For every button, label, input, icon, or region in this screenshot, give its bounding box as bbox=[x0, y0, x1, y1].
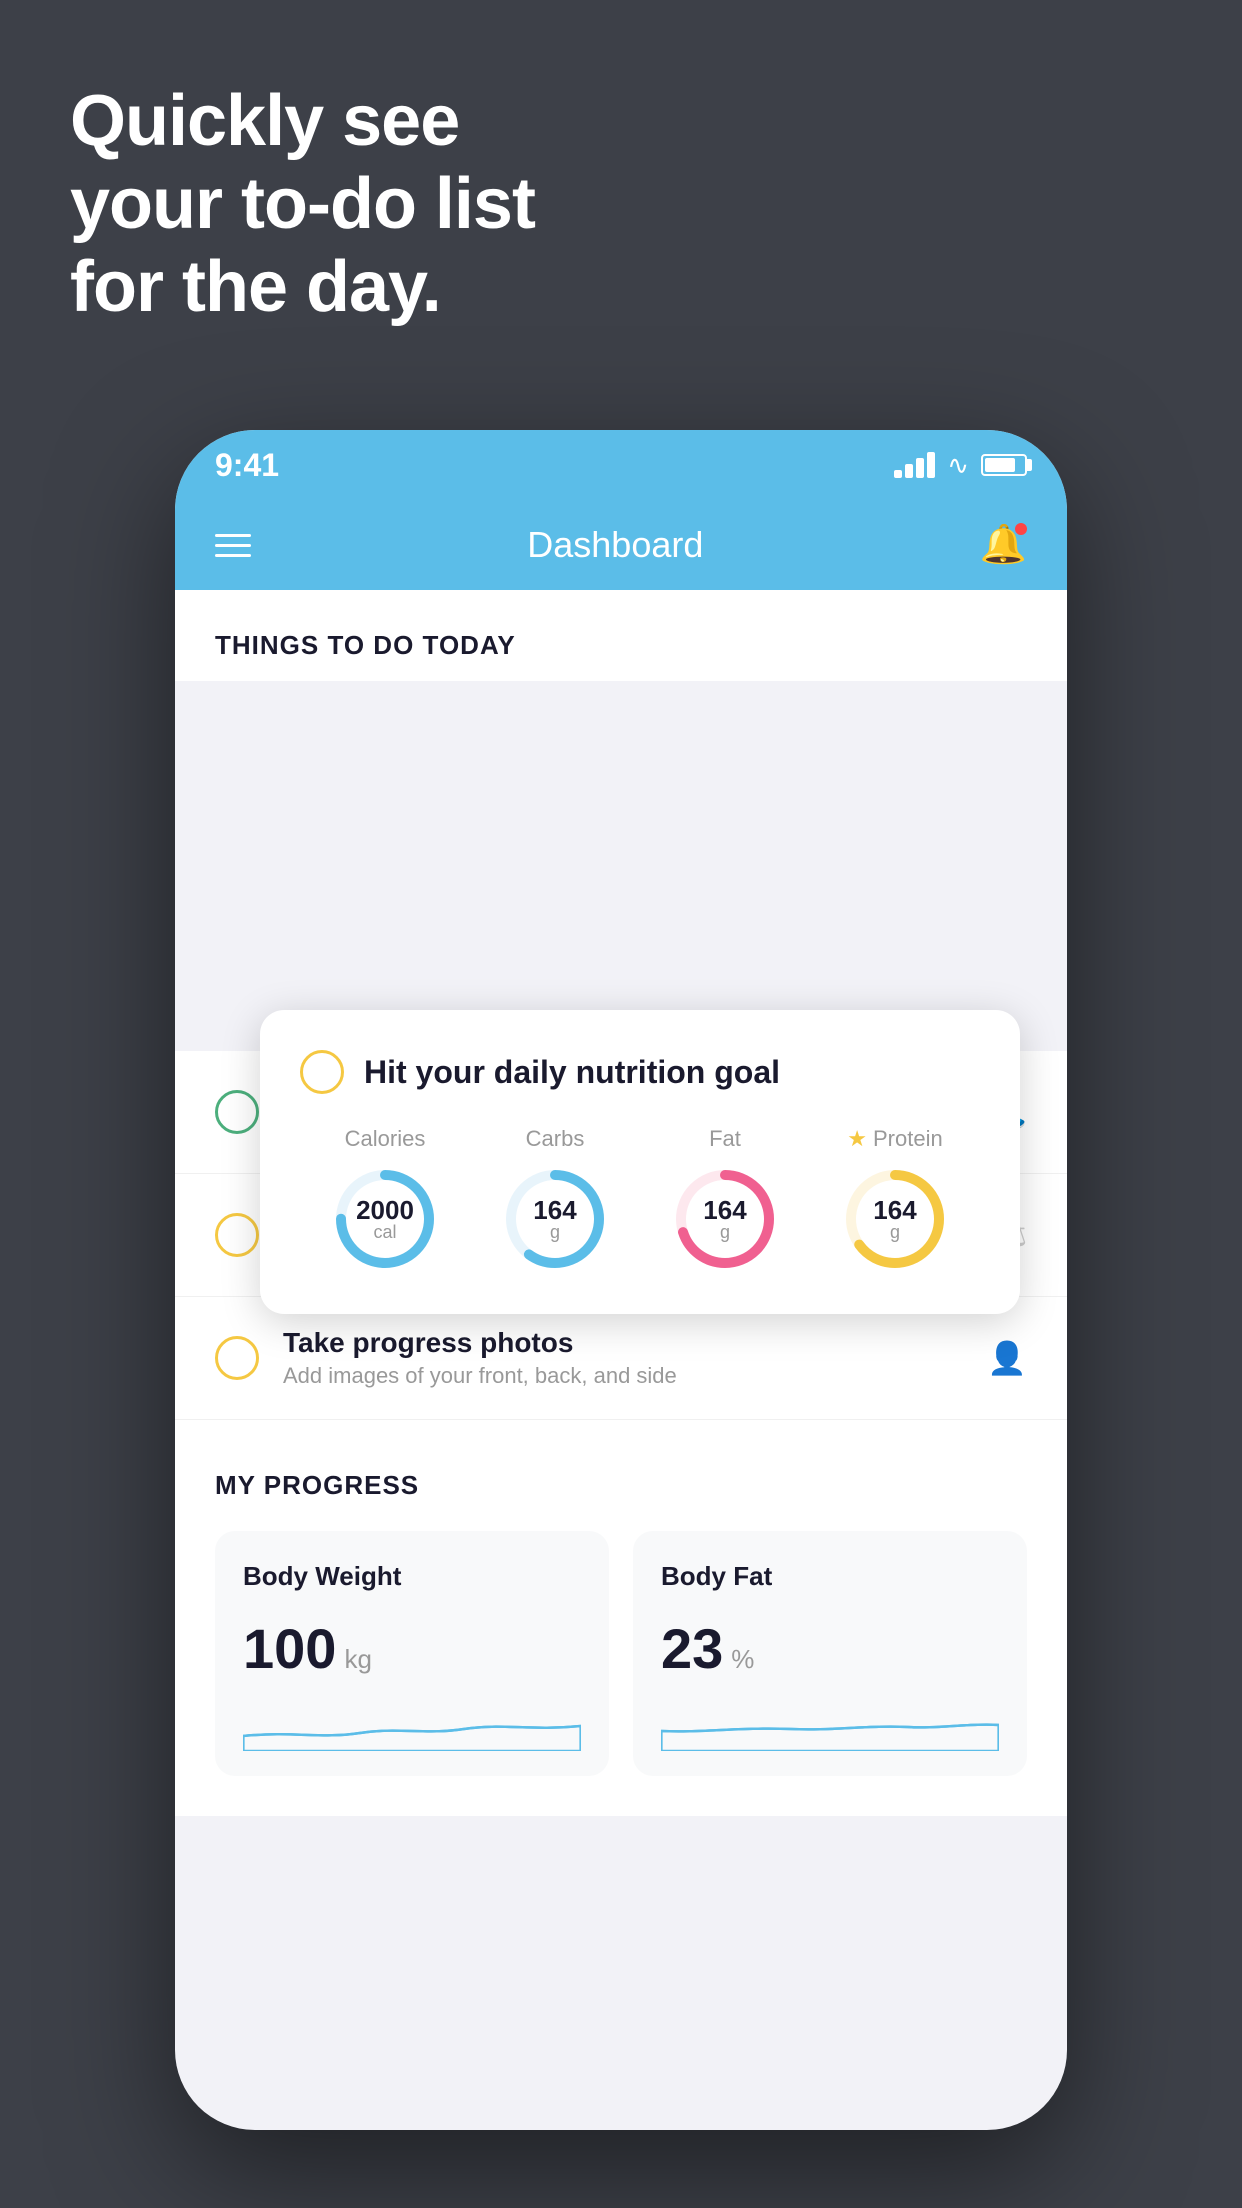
protein-label: ★ Protein bbox=[847, 1126, 942, 1152]
body-fat-title: Body Fat bbox=[661, 1561, 999, 1592]
nutrition-row: Calories 2000 cal Carbs bbox=[300, 1126, 980, 1274]
things-to-do-title: THINGS TO DO TODAY bbox=[215, 630, 1027, 661]
menu-button[interactable] bbox=[215, 534, 251, 557]
todo-sub-photos: Add images of your front, back, and side bbox=[283, 1363, 963, 1389]
body-weight-title: Body Weight bbox=[243, 1561, 581, 1592]
protein-item: ★ Protein 164 g bbox=[840, 1126, 950, 1274]
calories-donut: 2000 cal bbox=[330, 1164, 440, 1274]
headline: Quickly see your to-do list for the day. bbox=[70, 80, 535, 328]
my-progress-section: MY PROGRESS Body Weight 100 kg Body Fat … bbox=[175, 1420, 1067, 1816]
todo-title-photos: Take progress photos bbox=[283, 1327, 963, 1359]
wifi-icon: ∿ bbox=[947, 450, 969, 481]
body-weight-unit: kg bbox=[344, 1644, 371, 1675]
headline-line1: Quickly see bbox=[70, 80, 535, 163]
signal-bars-icon bbox=[894, 452, 935, 478]
battery-icon bbox=[981, 454, 1027, 476]
protein-donut: 164 g bbox=[840, 1164, 950, 1274]
nutrition-card: Hit your daily nutrition goal Calories 2… bbox=[260, 1010, 1020, 1314]
todo-item-photos[interactable]: Take progress photos Add images of your … bbox=[175, 1297, 1067, 1420]
progress-cards: Body Weight 100 kg Body Fat 23 % bbox=[215, 1531, 1027, 1776]
person-icon: 👤 bbox=[987, 1339, 1027, 1377]
things-to-do-section: THINGS TO DO TODAY bbox=[175, 590, 1067, 681]
calories-label: Calories bbox=[345, 1126, 426, 1152]
carbs-item: Carbs 164 g bbox=[500, 1126, 610, 1274]
body-weight-chart bbox=[243, 1701, 581, 1751]
todo-circle-track-body bbox=[215, 1213, 259, 1257]
headline-line3: for the day. bbox=[70, 246, 535, 329]
notification-bell-icon[interactable]: 🔔 bbox=[980, 523, 1027, 567]
my-progress-title: MY PROGRESS bbox=[215, 1470, 1027, 1501]
calories-item: Calories 2000 cal bbox=[330, 1126, 440, 1274]
fat-donut: 164 g bbox=[670, 1164, 780, 1274]
protein-unit: g bbox=[873, 1223, 916, 1241]
notification-dot bbox=[1015, 523, 1027, 535]
body-weight-card[interactable]: Body Weight 100 kg bbox=[215, 1531, 609, 1776]
body-fat-card[interactable]: Body Fat 23 % bbox=[633, 1531, 1027, 1776]
todo-text-photos: Take progress photos Add images of your … bbox=[283, 1327, 963, 1389]
body-fat-chart bbox=[661, 1701, 999, 1751]
headline-line2: your to-do list bbox=[70, 163, 535, 246]
body-weight-value-row: 100 kg bbox=[243, 1616, 581, 1681]
body-weight-value: 100 bbox=[243, 1616, 336, 1681]
nutrition-card-title: Hit your daily nutrition goal bbox=[364, 1054, 780, 1091]
carbs-value: 164 bbox=[533, 1197, 576, 1223]
fat-unit: g bbox=[703, 1223, 746, 1241]
body-fat-unit: % bbox=[731, 1644, 754, 1675]
fat-label: Fat bbox=[709, 1126, 741, 1152]
protein-value: 164 bbox=[873, 1197, 916, 1223]
nutrition-checkbox[interactable] bbox=[300, 1050, 344, 1094]
header-title: Dashboard bbox=[527, 524, 703, 566]
fat-value: 164 bbox=[703, 1197, 746, 1223]
body-fat-value-row: 23 % bbox=[661, 1616, 999, 1681]
carbs-unit: g bbox=[533, 1223, 576, 1241]
star-icon: ★ bbox=[847, 1126, 867, 1152]
todo-circle-running bbox=[215, 1090, 259, 1134]
calories-value: 2000 bbox=[356, 1197, 414, 1223]
calories-unit: cal bbox=[356, 1223, 414, 1241]
fat-item: Fat 164 g bbox=[670, 1126, 780, 1274]
status-bar: 9:41 ∿ bbox=[175, 430, 1067, 500]
carbs-donut: 164 g bbox=[500, 1164, 610, 1274]
carbs-label: Carbs bbox=[526, 1126, 585, 1152]
status-time: 9:41 bbox=[215, 447, 279, 484]
todo-circle-photos bbox=[215, 1336, 259, 1380]
status-icons: ∿ bbox=[894, 450, 1027, 481]
app-header: Dashboard 🔔 bbox=[175, 500, 1067, 590]
phone-mockup: 9:41 ∿ Dashboard 🔔 THINGS TO DO T bbox=[175, 430, 1067, 2130]
body-fat-value: 23 bbox=[661, 1616, 723, 1681]
